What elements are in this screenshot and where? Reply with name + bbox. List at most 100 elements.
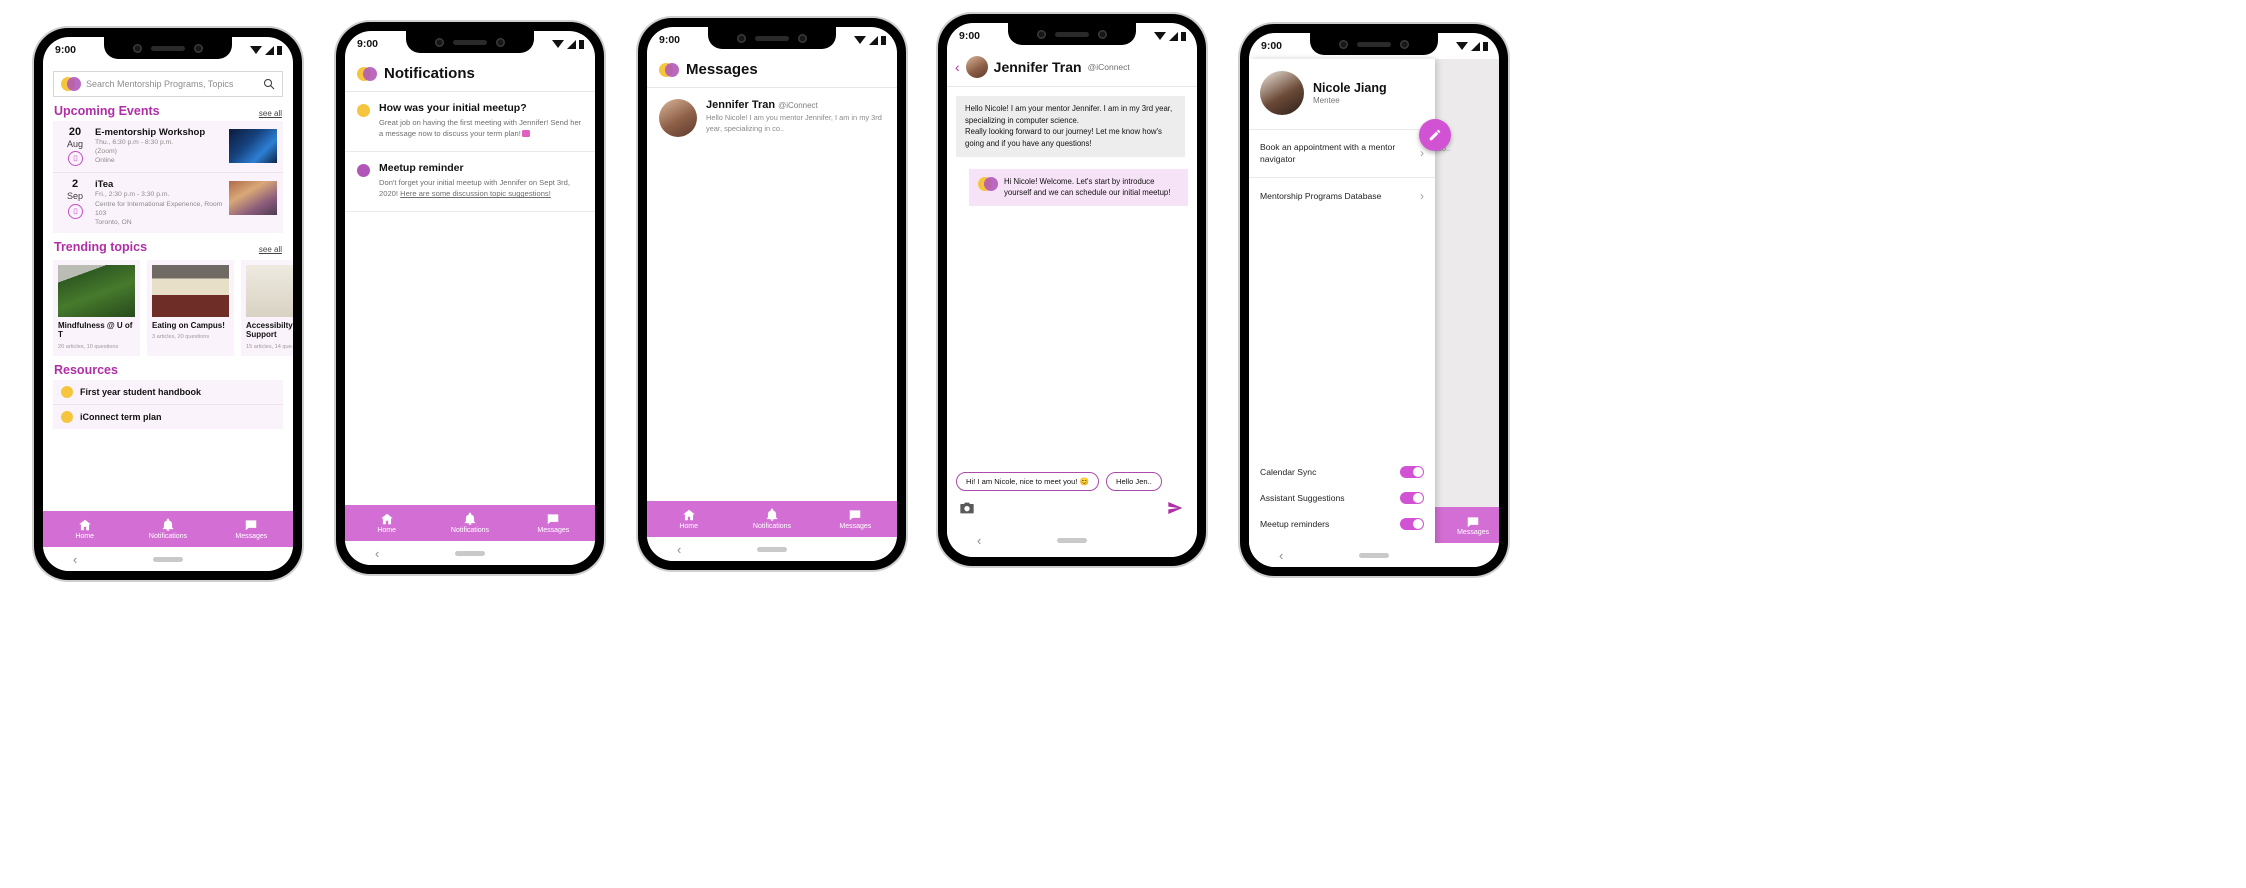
drawer-link-book-appointment[interactable]: Book an appointment with a mentor naviga… — [1249, 129, 1435, 177]
nav-item-home[interactable]: Home — [647, 508, 730, 530]
resource-item[interactable]: First year student handbook — [53, 379, 283, 404]
resource-item[interactable]: iConnect term plan — [53, 403, 283, 429]
phone-notifications: 9:00 Notifications How was your initial … — [336, 22, 604, 574]
event-row[interactable]: 20 Aug E-mentorship Workshop Thu., 6:30 … — [53, 121, 283, 173]
upcoming-see-all-link[interactable]: see all — [259, 109, 282, 118]
toggle-switch[interactable] — [1400, 492, 1424, 504]
bookmark-icon[interactable] — [67, 203, 83, 219]
nav-item-notifications[interactable]: Notifications — [126, 518, 209, 540]
nav-label-home: Home — [75, 533, 94, 540]
setting-label: Assistant Suggestions — [1260, 493, 1345, 503]
resources-title: Resources — [54, 362, 118, 377]
send-button[interactable] — [1165, 500, 1185, 516]
resource-dot-icon — [61, 410, 73, 423]
home-indicator[interactable] — [455, 550, 485, 556]
screen-notifications: 9:00 Notifications How was your initial … — [345, 31, 595, 565]
status-time: 9:00 — [55, 44, 77, 56]
back-gesture-icon[interactable]: ‹ — [677, 542, 681, 557]
event-row[interactable]: 2 Sep iTea Fri., 2:30 p.m - 3:30 p.m. Ce… — [53, 172, 283, 234]
chat-handle: @iConnect — [1087, 62, 1130, 72]
battery-icon — [277, 45, 282, 55]
quick-reply-chip[interactable]: Hello Jen.. — [1105, 472, 1162, 491]
nav-item-notifications[interactable]: Notifications — [428, 512, 511, 534]
back-gesture-icon[interactable]: ‹ — [73, 552, 77, 567]
battery-icon — [579, 39, 584, 49]
thread-body: Jennifer Tran @iConnect Hello Nicole! I a… — [706, 99, 885, 137]
home-indicator[interactable] — [1057, 537, 1087, 543]
trending-see-all-link[interactable]: see all — [259, 245, 282, 254]
topic-card[interactable]: Accessibilty Support 15 articles, 14 que… — [241, 260, 293, 356]
camera-button[interactable] — [959, 501, 975, 515]
notification-item[interactable]: Meetup reminder Don't forget your initia… — [345, 152, 595, 212]
nav-item-messages[interactable]: Messages — [210, 518, 293, 540]
back-gesture-icon[interactable]: ‹ — [375, 546, 379, 561]
status-time: 9:00 — [959, 30, 981, 42]
topic-card[interactable]: Eating on Campus! 3 articles, 20 questio… — [147, 260, 234, 356]
avatar — [965, 56, 988, 78]
event-date: 20 Aug — [59, 126, 91, 167]
search-placeholder: Search Mentorship Programs, Topics — [86, 79, 234, 89]
notification-item[interactable]: How was your initial meetup? Great job o… — [345, 92, 595, 152]
event-location-1: (Zoom) — [95, 148, 117, 156]
edit-profile-button[interactable] — [1419, 119, 1451, 151]
chat-header: ‹ Jennifer Tran @iConnect — [947, 49, 1197, 87]
home-indicator[interactable] — [1359, 552, 1389, 558]
toggle-switch[interactable] — [1400, 518, 1424, 530]
nav-item-home[interactable]: Home — [43, 518, 126, 540]
status-icons — [1456, 41, 1488, 51]
profile-header[interactable]: Nicole Jiang Mentee — [1249, 59, 1435, 129]
notification-body: How was your initial meetup? Great job o… — [379, 102, 583, 140]
trending-header: Trending topics see all — [43, 233, 293, 257]
home-icon — [682, 509, 695, 521]
wifi-icon — [1154, 32, 1166, 40]
phone-profile-drawer: 9:00 ..nnect ..or Jennifer, ..izing in c… — [1240, 24, 1508, 576]
nav-item-messages[interactable]: Messages — [512, 512, 595, 534]
setting-meetup-reminders[interactable]: Meetup reminders — [1249, 511, 1435, 537]
topic-image — [58, 265, 135, 318]
chat-bubble-icon — [521, 130, 530, 138]
message-icon — [246, 520, 257, 531]
home-indicator[interactable] — [757, 546, 787, 552]
search-input[interactable]: Search Mentorship Programs, Topics — [53, 71, 283, 97]
event-date: 2 Sep — [59, 179, 91, 219]
trending-topics-list: Mindfulness @ U of T 20 articles, 10 que… — [43, 257, 293, 356]
setting-label: Calendar Sync — [1260, 467, 1317, 477]
topic-title: Accessibilty Support — [246, 321, 293, 340]
notifications-header: Notifications — [345, 57, 595, 92]
quick-reply-chip[interactable]: Hi! I am Nicole, nice to meet you! 😊 — [956, 472, 1099, 491]
nav-item-notifications[interactable]: Notifications — [730, 508, 813, 530]
setting-calendar-sync[interactable]: Calendar Sync — [1249, 459, 1435, 485]
bell-icon — [766, 508, 778, 521]
home-icon — [380, 513, 393, 525]
notification-link[interactable]: Here are some discussion topic suggestio… — [400, 189, 551, 198]
back-gesture-icon[interactable]: ‹ — [977, 533, 981, 548]
search-icon[interactable] — [263, 78, 275, 90]
drawer-link-programs-database[interactable]: Mentorship Programs Database › — [1249, 176, 1435, 214]
phone-mockup-stage: 9:00 Search Mentorship Programs, Topics … — [0, 0, 2246, 888]
chat-title: Jennifer Tran — [993, 59, 1082, 75]
home-indicator[interactable] — [153, 556, 183, 562]
back-button[interactable]: ‹ — [955, 59, 960, 75]
topic-image — [246, 265, 293, 318]
wifi-icon — [1456, 42, 1468, 50]
notification-dot-icon — [357, 163, 370, 177]
back-gesture-icon[interactable]: ‹ — [1279, 548, 1283, 563]
nav-label-notifications: Notifications — [148, 533, 188, 540]
bottom-nav: Home Notifications Messages — [647, 501, 897, 537]
nav-label-notifications: Notifications — [752, 523, 792, 530]
nav-item-messages[interactable]: Messages — [814, 508, 897, 530]
bookmark-icon[interactable] — [67, 151, 83, 167]
topic-card[interactable]: Mindfulness @ U of T 20 articles, 10 que… — [53, 260, 140, 356]
message-thread-row[interactable]: Jennifer Tran @iConnect Hello Nicole! I a… — [647, 88, 897, 148]
nav-item-messages[interactable]: Messages — [1457, 515, 1489, 536]
bottom-nav: Home Notifications Messages — [43, 511, 293, 547]
page-title: Messages — [686, 61, 758, 78]
nav-item-home[interactable]: Home — [345, 512, 428, 534]
setting-assistant-suggestions[interactable]: Assistant Suggestions — [1249, 485, 1435, 511]
system-home-bar: ‹ — [647, 537, 897, 561]
nav-label-home: Home — [377, 527, 396, 534]
toggle-switch[interactable] — [1400, 466, 1424, 478]
system-home-bar: ‹ — [1249, 543, 1499, 567]
event-month: Aug — [66, 138, 83, 149]
battery-icon — [881, 35, 886, 45]
